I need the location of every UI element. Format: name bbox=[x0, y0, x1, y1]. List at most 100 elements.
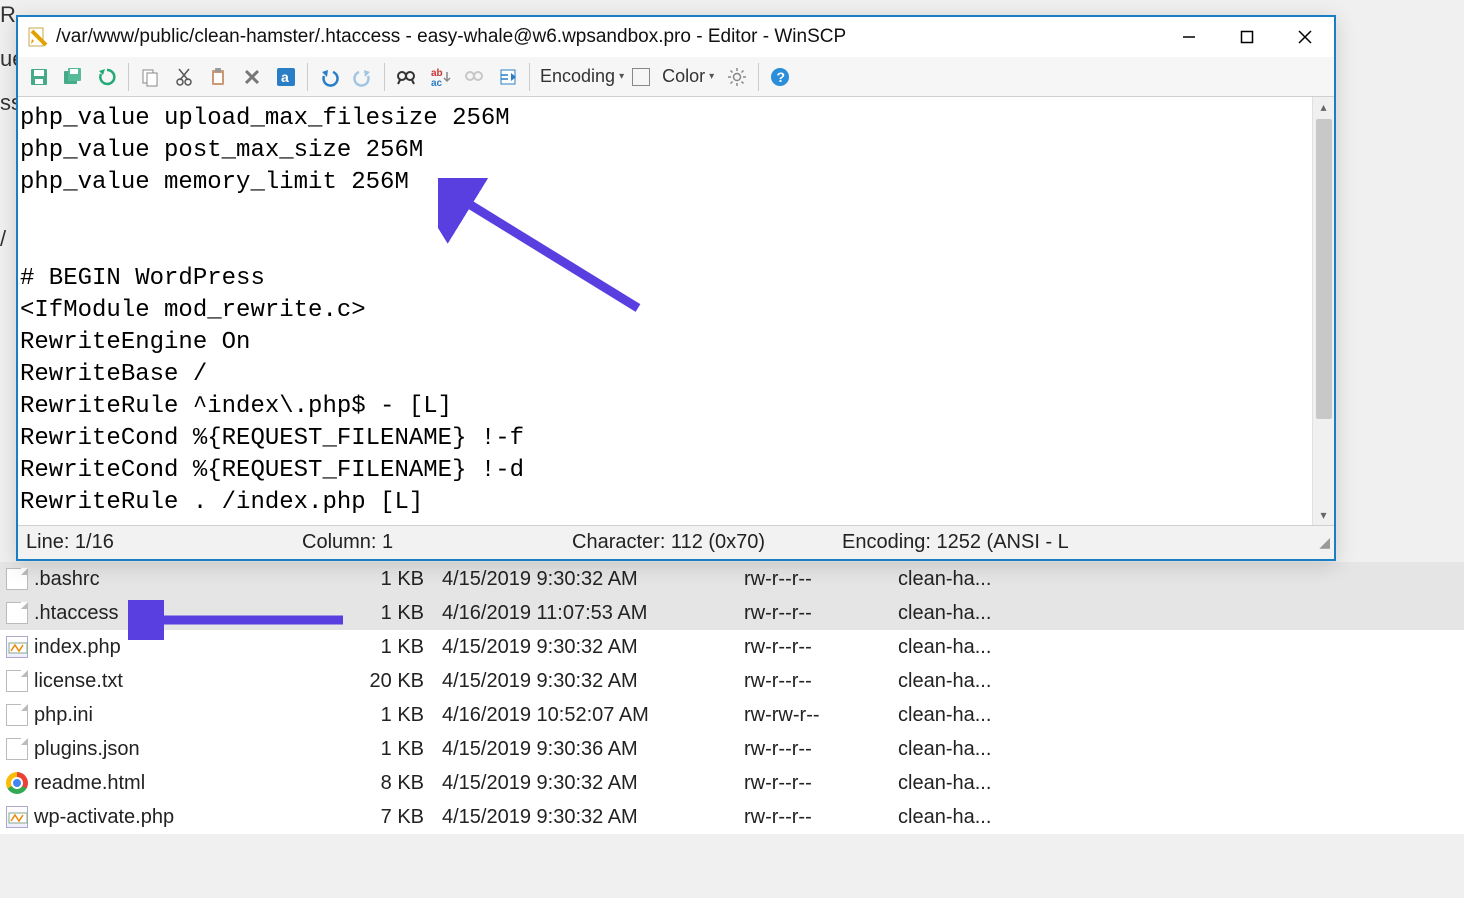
svg-text:a: a bbox=[281, 69, 289, 85]
scrollbar-thumb[interactable] bbox=[1316, 119, 1332, 419]
file-perms: rw-r--r-- bbox=[714, 636, 864, 659]
file-date: 4/15/2019 9:30:32 AM bbox=[424, 806, 714, 829]
file-size: 1 KB bbox=[354, 704, 424, 727]
file-owner: clean-ha... bbox=[864, 568, 991, 591]
file-size: 1 KB bbox=[354, 738, 424, 761]
vertical-scrollbar[interactable]: ▴ ▾ bbox=[1312, 97, 1334, 525]
chrome-icon bbox=[6, 772, 28, 794]
help-button[interactable]: ? bbox=[765, 62, 795, 92]
file-size: 7 KB bbox=[354, 806, 424, 829]
file-name: license.txt bbox=[34, 670, 354, 693]
php-icon bbox=[6, 636, 28, 658]
file-name: wp-activate.php bbox=[34, 806, 354, 829]
chevron-down-icon: ▾ bbox=[709, 71, 714, 82]
file-owner: clean-ha... bbox=[864, 670, 991, 693]
toolbar: a abac Encoding▾ Color▾ ? bbox=[18, 57, 1334, 97]
file-name: .htaccess bbox=[34, 602, 354, 625]
copy-button[interactable] bbox=[135, 62, 165, 92]
file-icon bbox=[6, 670, 28, 692]
file-icon bbox=[6, 602, 28, 624]
file-name: php.ini bbox=[34, 704, 354, 727]
file-size: 20 KB bbox=[354, 670, 424, 693]
find-button[interactable] bbox=[391, 62, 421, 92]
save-all-button[interactable] bbox=[58, 62, 88, 92]
file-name: readme.html bbox=[34, 772, 354, 795]
svg-text:ac: ac bbox=[431, 78, 443, 88]
file-perms: rw-r--r-- bbox=[714, 772, 864, 795]
file-row[interactable]: wp-activate.php7 KB4/15/2019 9:30:32 AMr… bbox=[0, 800, 1464, 834]
file-perms: rw-r--r-- bbox=[714, 806, 864, 829]
file-date: 4/16/2019 10:52:07 AM bbox=[424, 704, 714, 727]
app-icon bbox=[26, 25, 48, 50]
file-icon bbox=[6, 704, 28, 726]
file-name: .bashrc bbox=[34, 568, 354, 591]
editor-textarea[interactable]: php_value upload_max_filesize 256M php_v… bbox=[18, 97, 1312, 525]
file-row[interactable]: .bashrc1 KB4/15/2019 9:30:32 AMrw-r--r--… bbox=[0, 562, 1464, 596]
status-character: Character: 112 (0x70) bbox=[564, 531, 834, 554]
file-row[interactable]: index.php1 KB4/15/2019 9:30:32 AMrw-r--r… bbox=[0, 630, 1464, 664]
settings-button[interactable] bbox=[722, 62, 752, 92]
close-button[interactable] bbox=[1276, 17, 1334, 57]
file-perms: rw-rw-r-- bbox=[714, 704, 864, 727]
undo-button[interactable] bbox=[314, 62, 344, 92]
select-all-button[interactable]: a bbox=[271, 62, 301, 92]
file-date: 4/15/2019 9:30:32 AM bbox=[424, 568, 714, 591]
scroll-down-icon[interactable]: ▾ bbox=[1320, 505, 1326, 525]
file-list[interactable]: .bashrc1 KB4/15/2019 9:30:32 AMrw-r--r--… bbox=[0, 562, 1464, 834]
file-size: 1 KB bbox=[354, 636, 424, 659]
file-owner: clean-ha... bbox=[864, 772, 991, 795]
file-date: 4/15/2019 9:30:32 AM bbox=[424, 636, 714, 659]
file-icon bbox=[6, 738, 28, 760]
file-size: 1 KB bbox=[354, 602, 424, 625]
file-date: 4/15/2019 9:30:32 AM bbox=[424, 670, 714, 693]
file-icon bbox=[6, 568, 28, 590]
file-name: plugins.json bbox=[34, 738, 354, 761]
file-row[interactable]: plugins.json1 KB4/15/2019 9:30:36 AMrw-r… bbox=[0, 732, 1464, 766]
file-row[interactable]: php.ini1 KB4/16/2019 10:52:07 AMrw-rw-r-… bbox=[0, 698, 1464, 732]
file-row[interactable]: .htaccess1 KB4/16/2019 11:07:53 AMrw-r--… bbox=[0, 596, 1464, 630]
delete-button[interactable] bbox=[237, 62, 267, 92]
file-size: 1 KB bbox=[354, 568, 424, 591]
file-size: 8 KB bbox=[354, 772, 424, 795]
file-date: 4/15/2019 9:30:36 AM bbox=[424, 738, 714, 761]
file-row[interactable]: license.txt20 KB4/15/2019 9:30:32 AMrw-r… bbox=[0, 664, 1464, 698]
file-perms: rw-r--r-- bbox=[714, 568, 864, 591]
editor-window: /var/www/public/clean-hamster/.htaccess … bbox=[16, 15, 1336, 561]
window-title: /var/www/public/clean-hamster/.htaccess … bbox=[56, 26, 846, 48]
paste-button[interactable] bbox=[203, 62, 233, 92]
replace-button[interactable]: abac bbox=[425, 62, 455, 92]
file-owner: clean-ha... bbox=[864, 806, 991, 829]
cut-button[interactable] bbox=[169, 62, 199, 92]
php-icon bbox=[6, 806, 28, 828]
titlebar[interactable]: /var/www/public/clean-hamster/.htaccess … bbox=[18, 17, 1334, 57]
editor-body: php_value upload_max_filesize 256M php_v… bbox=[18, 97, 1334, 525]
scroll-up-icon[interactable]: ▴ bbox=[1320, 97, 1326, 117]
file-date: 4/16/2019 11:07:53 AM bbox=[424, 602, 714, 625]
color-checkbox[interactable] bbox=[632, 68, 650, 86]
file-owner: clean-ha... bbox=[864, 704, 991, 727]
find-next-button[interactable] bbox=[459, 62, 489, 92]
status-column: Column: 1 bbox=[294, 531, 564, 554]
file-owner: clean-ha... bbox=[864, 738, 991, 761]
svg-text:?: ? bbox=[777, 69, 786, 85]
file-row[interactable]: readme.html8 KB4/15/2019 9:30:32 AMrw-r-… bbox=[0, 766, 1464, 800]
file-owner: clean-ha... bbox=[864, 602, 991, 625]
redo-button[interactable] bbox=[348, 62, 378, 92]
resize-grip-icon[interactable]: ◢ bbox=[1316, 534, 1334, 551]
minimize-button[interactable] bbox=[1160, 17, 1218, 57]
status-bar: Line: 1/16 Column: 1 Character: 112 (0x7… bbox=[18, 525, 1334, 559]
file-name: index.php bbox=[34, 636, 354, 659]
status-encoding: Encoding: 1252 (ANSI - L bbox=[834, 531, 1316, 554]
save-button[interactable] bbox=[24, 62, 54, 92]
file-owner: clean-ha... bbox=[864, 636, 991, 659]
file-perms: rw-r--r-- bbox=[714, 602, 864, 625]
reload-button[interactable] bbox=[92, 62, 122, 92]
chevron-down-icon: ▾ bbox=[619, 71, 624, 82]
encoding-dropdown[interactable]: Encoding▾ bbox=[536, 66, 628, 87]
file-date: 4/15/2019 9:30:32 AM bbox=[424, 772, 714, 795]
status-line: Line: 1/16 bbox=[18, 531, 294, 554]
goto-line-button[interactable] bbox=[493, 62, 523, 92]
color-dropdown[interactable]: Color▾ bbox=[658, 66, 718, 87]
maximize-button[interactable] bbox=[1218, 17, 1276, 57]
file-perms: rw-r--r-- bbox=[714, 738, 864, 761]
